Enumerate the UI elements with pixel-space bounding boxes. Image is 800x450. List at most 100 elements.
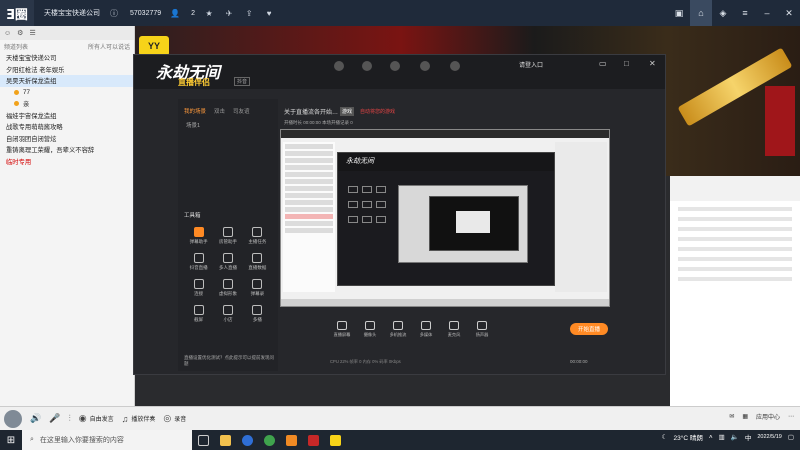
app-red-icon[interactable] (302, 430, 324, 450)
maximize-window-icon[interactable]: □ (624, 59, 629, 68)
chrome-icon[interactable] (258, 430, 280, 450)
tab-my-scene[interactable]: 我的场景 (184, 107, 206, 115)
control-label: 直播屏幕 (333, 332, 351, 337)
mic-icon[interactable]: 🎤 (49, 413, 60, 424)
channel-user[interactable]: 77 (0, 87, 134, 99)
menu-icon[interactable]: ≡ (734, 0, 756, 26)
speaker-icon[interactable]: 🔊 (30, 413, 41, 424)
app-center-label[interactable]: 应用中心 (756, 412, 780, 421)
info-icon[interactable]: ⓘ (108, 7, 120, 19)
share-icon[interactable]: ⇪ (243, 7, 255, 19)
chevron-up-icon[interactable]: ˄ (709, 434, 713, 441)
minimize-icon[interactable]: – (756, 0, 778, 26)
tool-item[interactable]: 抖音直播 (184, 253, 213, 271)
notification-icon[interactable]: ▢ (788, 433, 794, 441)
channel-item[interactable]: 临时专用 (0, 156, 134, 168)
app-orange-icon[interactable] (280, 430, 302, 450)
free-speech-label[interactable]: 自由发言 (90, 414, 114, 423)
tool-item[interactable]: 弹幕录 (243, 279, 272, 297)
tool-item[interactable]: 截屏 (184, 305, 213, 323)
channel-item[interactable]: 天楼宝宝快递公司 (0, 52, 134, 64)
tool-item[interactable]: 房管助手 (213, 227, 242, 245)
control-item[interactable]: 多媒体 (414, 321, 438, 338)
avatar[interactable] (4, 409, 22, 428)
wechat-icon[interactable] (362, 61, 372, 71)
stream-preview[interactable]: 永劫无间 (280, 129, 610, 307)
free-speech-icon[interactable]: ◉ (79, 413, 87, 424)
category-tag[interactable]: 游戏 (340, 107, 355, 116)
tool-item[interactable]: 连接 (184, 279, 213, 297)
minimize-window-icon[interactable]: ▭ (599, 59, 607, 68)
channel-item[interactable]: 重铸离理工荣耀，吾辈义不容辞 (0, 144, 134, 156)
search-placeholder: 在这里输入你要搜索的内容 (39, 437, 124, 444)
bilibili-icon[interactable] (390, 61, 400, 71)
airplane-icon[interactable]: ✈ (223, 7, 235, 19)
volume-icon[interactable]: 🔈 (731, 433, 739, 441)
music-icon[interactable]: ♫ (122, 414, 129, 424)
settings-icon[interactable]: ⚙ (17, 29, 23, 37)
weather-icon: ☾ (661, 434, 668, 441)
control-item[interactable]: 麦克风 (442, 321, 466, 338)
close-icon[interactable]: ✕ (778, 0, 800, 26)
stream-title[interactable]: 关于直播流各开始… (284, 107, 338, 116)
taskbar-search[interactable]: ⌕ 在这里输入你要搜索的内容 (22, 430, 192, 450)
control-icon (477, 321, 487, 330)
tab-double[interactable]: 双击 (214, 107, 225, 115)
sliders-icon[interactable]: ⫶ (68, 413, 70, 424)
channel-item[interactable]: 吴昊天折保龙造组 (0, 75, 134, 87)
weather-text[interactable]: 23°C 晴朗 (673, 432, 702, 442)
tool-item[interactable]: 直播数据 (243, 253, 272, 271)
tab-third[interactable]: 司友谊 (233, 107, 250, 115)
start-stream-button[interactable]: 开始直播 (570, 323, 608, 335)
person-icon[interactable]: ☺ (4, 30, 11, 37)
tool-item[interactable]: 多人直播 (213, 253, 242, 271)
channel-item[interactable]: 福娃宇宙保龙造组 (0, 110, 134, 122)
gamepad-icon[interactable]: ◈ (712, 0, 734, 26)
login-link[interactable]: 请登入口 (519, 60, 543, 69)
chat-icon[interactable]: ✉ (729, 413, 734, 420)
channel-toolbar: ☺ ⚙ ☰ (0, 26, 134, 40)
control-item[interactable]: 扬声器 (470, 321, 494, 338)
channel-item[interactable]: 夕阳红枪法 老年娱乐 (0, 64, 134, 76)
weibo-icon[interactable] (334, 61, 344, 71)
record-icon[interactable]: ◎ (163, 413, 171, 424)
channel-item[interactable]: 自闭羽团自闭营炫 (0, 133, 134, 145)
tool-icon (252, 253, 263, 263)
control-item[interactable]: 多机推流 (386, 321, 410, 338)
tip-text[interactable]: 直播设置优化测试？点此提示可以提前发现问题 (178, 355, 278, 367)
channel-label: 临时专用 (6, 158, 32, 166)
tool-item[interactable]: 小店 (213, 305, 242, 323)
scene-name[interactable]: 场景1 (178, 119, 278, 131)
nested-brand: 永劫无间 (346, 157, 374, 165)
file-explorer-icon[interactable] (214, 430, 236, 450)
tiktok-icon[interactable] (420, 61, 430, 71)
huya-icon[interactable] (450, 61, 460, 71)
toolbox-grid: 弹幕助手 房管助手 主播任务抖音直播 多人直播 直播数据连接 虚拟形象 弹幕录截屏 小店 多播 (178, 219, 278, 331)
list-icon[interactable]: ☰ (29, 29, 35, 37)
l-app-icon[interactable] (236, 430, 258, 450)
music-label[interactable]: 播放伴奏 (131, 414, 155, 423)
channel-item[interactable]: 战歌专用萌萌酱攻略 (0, 121, 134, 133)
record-label[interactable]: 录音 (174, 414, 186, 423)
star-icon[interactable]: ★ (203, 7, 215, 19)
tool-item[interactable]: 虚拟形象 (213, 279, 242, 297)
home-icon[interactable]: ⌂ (690, 0, 712, 26)
heart-icon[interactable]: ♥ (263, 7, 275, 19)
channel-panel: ☺ ⚙ ☰ 频道列表 所有人可以说话 天楼宝宝快递公司 夕阳红枪法 老年娱乐 吴昊天… (0, 26, 135, 406)
network-icon[interactable]: ▥ (719, 433, 725, 441)
clock[interactable]: 2022/5/19 (757, 433, 781, 441)
windows-start-icon[interactable]: ⊞ (0, 430, 22, 450)
input-method[interactable]: 中 (745, 432, 752, 442)
film-icon[interactable]: ▣ (668, 0, 690, 26)
grid-icon[interactable]: ▦ (742, 413, 748, 420)
control-item[interactable]: 直播屏幕 (330, 321, 354, 338)
control-item[interactable]: 摄像头 (358, 321, 382, 338)
task-view-icon[interactable] (192, 430, 214, 450)
channel-user[interactable]: 亲 (0, 98, 134, 110)
more-icon[interactable]: ⋯ (788, 413, 794, 420)
yy-app-icon[interactable] (324, 430, 346, 450)
close-window-icon[interactable]: ✕ (649, 59, 656, 68)
tool-item[interactable]: 多播 (243, 305, 272, 323)
tool-item[interactable]: 主播任务 (243, 227, 272, 245)
tool-item[interactable]: 弹幕助手 (184, 227, 213, 245)
